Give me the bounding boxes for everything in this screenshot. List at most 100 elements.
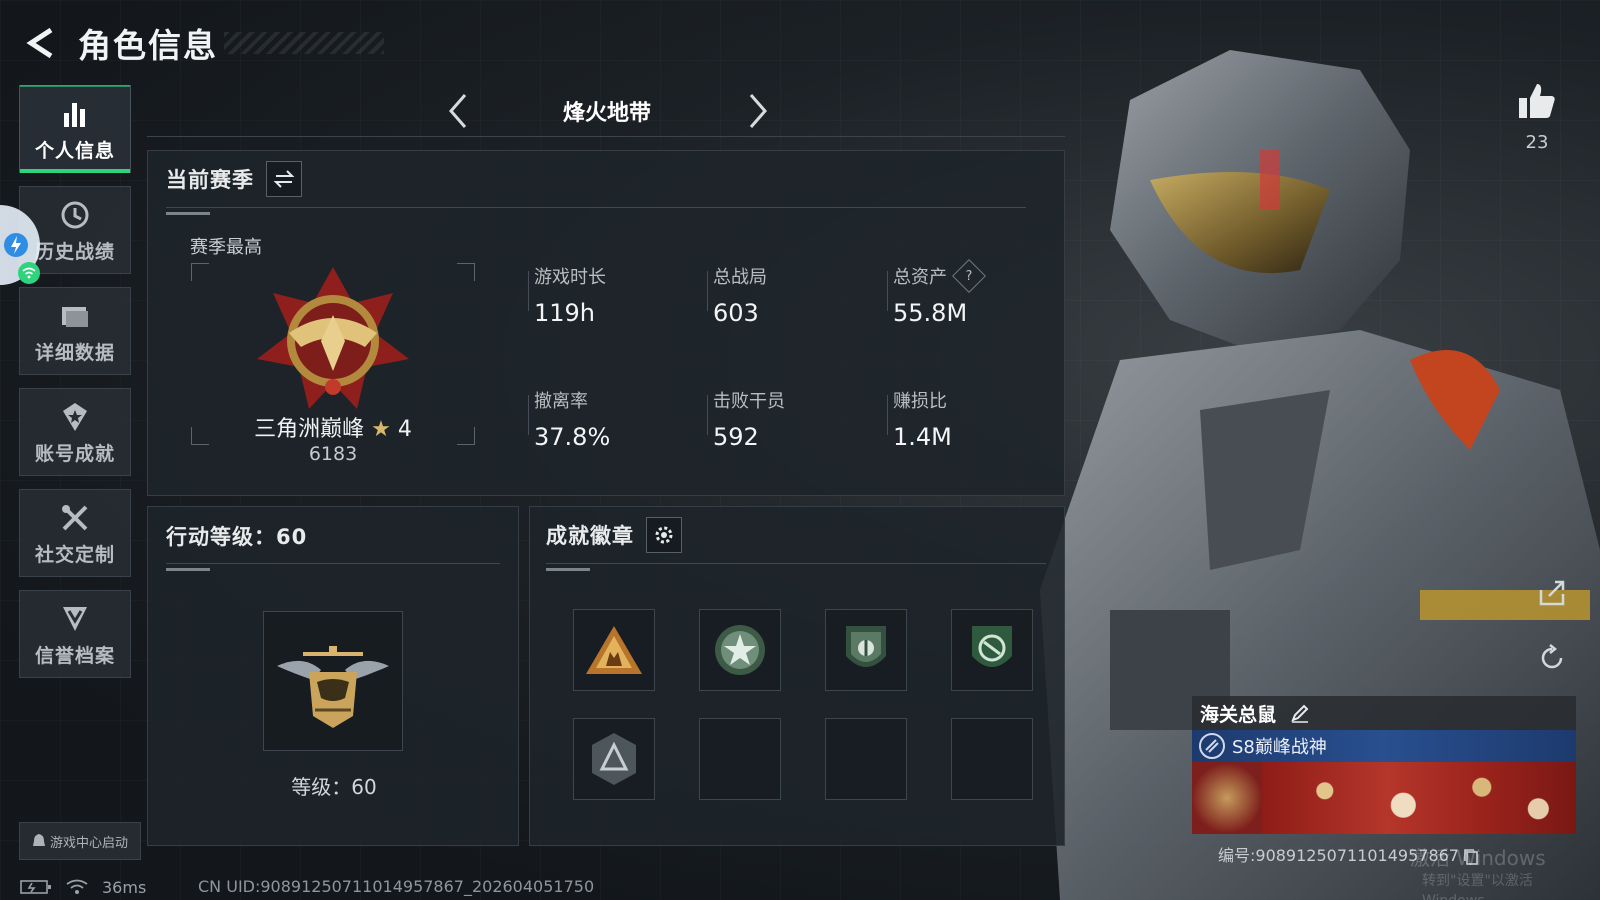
chevron-left-icon	[449, 94, 467, 128]
season-panel: 当前赛季 赛季最高 三角洲巅峰 ★ 4 6183 游戏时长 119h 总战局 6…	[147, 150, 1065, 496]
bell-icon	[32, 834, 45, 846]
star-icon: ★	[371, 417, 391, 442]
sidebar-item-label: 账号成就	[34, 442, 115, 465]
level-header: 行动等级：60	[166, 521, 307, 551]
sidebar-item-achievements[interactable]: 账号成就	[19, 388, 131, 476]
mode-prev-button[interactable]	[439, 91, 479, 131]
divider	[166, 207, 1026, 208]
battery-icon	[20, 880, 51, 894]
badge-slot-empty[interactable]	[825, 718, 907, 800]
badge-slot-empty[interactable]	[951, 718, 1033, 800]
stat-kills: 击败干员 592	[707, 387, 883, 451]
level-value: 等级：60	[291, 775, 377, 799]
stat-extraction-rate: 撤离率 37.8%	[528, 387, 704, 451]
rank-stars: 4	[397, 417, 412, 442]
clock-icon	[57, 197, 93, 233]
stat-play-time: 游戏时长 119h	[528, 263, 704, 327]
mode-next-button[interactable]	[737, 91, 777, 131]
stat-value: 1.4M	[893, 423, 952, 451]
chevron-right-icon	[749, 94, 767, 128]
achievement-badges-panel: 成就徽章	[529, 506, 1065, 846]
sidebar-item-label: 信誉档案	[34, 644, 115, 667]
badge-settings-button[interactable]	[646, 517, 682, 553]
uid-text: CN UID:90891250711014957867_202604051750	[198, 877, 595, 896]
player-name: 海关总鼠	[1200, 703, 1277, 726]
rotate-button[interactable]	[1537, 643, 1571, 677]
sidebar-item-details[interactable]: 详细数据	[19, 287, 131, 375]
title-decoration	[224, 32, 384, 54]
page-title: 角色信息	[78, 26, 218, 65]
level-emblem[interactable]	[263, 611, 403, 751]
share-icon	[1539, 580, 1565, 606]
player-name-card[interactable]: 海关总鼠 S8巅峰战神	[1192, 696, 1576, 838]
rank-points: 6183	[308, 443, 358, 465]
season-best-label: 赛季最高	[190, 237, 262, 258]
achievement-title: 成就徽章	[546, 524, 634, 548]
grey-triangle-badge-icon	[592, 733, 636, 785]
header: 角色信息	[20, 18, 384, 68]
operation-level-panel: 行动等级：60 等级：60	[147, 506, 519, 846]
stat-value: 55.8M	[893, 299, 968, 327]
divider	[166, 563, 500, 564]
helicopter-emblem-icon	[277, 646, 389, 728]
back-button[interactable]	[20, 21, 60, 65]
rank-emblem-icon	[257, 267, 409, 409]
badge-slot[interactable]	[951, 609, 1033, 691]
badge-slot[interactable]	[573, 718, 655, 800]
green-shield-badge-icon	[846, 626, 886, 667]
rank-name: 三角洲巅峰	[254, 417, 365, 442]
sidebar-item-social[interactable]: 社交定制	[19, 489, 131, 577]
green-cycle-shield-badge-icon	[972, 626, 1012, 667]
like-button[interactable]	[1512, 78, 1562, 124]
divider-accent	[546, 568, 590, 571]
stat-label: 总资产	[893, 267, 947, 288]
season-switch-button[interactable]	[266, 161, 302, 197]
swap-icon	[273, 170, 295, 188]
wifi-icon	[18, 262, 40, 284]
level-title: 行动等级：60	[166, 525, 308, 549]
stat-label: 击败干员	[713, 391, 785, 412]
star-badge-icon	[57, 399, 93, 435]
like-count: 23	[1525, 132, 1549, 153]
rank-name-row: 三角洲巅峰 ★ 4	[191, 411, 475, 443]
card-artwork	[1192, 762, 1576, 834]
stat-total-matches: 总战局 603	[707, 263, 883, 327]
divider	[546, 563, 1046, 564]
help-icon[interactable]: ?	[952, 259, 986, 293]
stat-label: 游戏时长	[534, 267, 606, 288]
badge-slot-empty[interactable]	[699, 718, 781, 800]
sidebar-item-label: 社交定制	[34, 543, 115, 566]
badge-slot[interactable]	[699, 609, 781, 691]
title-emblem-icon	[1199, 733, 1225, 759]
thumbs-up-icon	[1519, 84, 1555, 118]
shield-chevron-icon	[57, 601, 93, 637]
sidebar-item-label: 个人信息	[34, 139, 115, 162]
game-center-launch-button[interactable]: 游戏中心启动	[19, 822, 141, 860]
share-button[interactable]	[1537, 578, 1571, 612]
edit-pencil-icon[interactable]	[1290, 703, 1310, 723]
sidebar-item-reputation[interactable]: 信誉档案	[19, 590, 131, 678]
squad-triangle-badge-icon	[586, 626, 642, 674]
green-star-badge-icon	[715, 625, 765, 675]
card-art-right	[1262, 762, 1576, 834]
stat-label: 撤离率	[534, 391, 588, 412]
wifi-signal-icon	[66, 879, 88, 894]
rank-box: 三角洲巅峰 ★ 4 6183	[191, 263, 475, 465]
gear-icon	[655, 526, 673, 544]
stat-label: 总战局	[713, 267, 767, 288]
player-title: S8巅峰战神	[1232, 737, 1327, 758]
tools-icon	[57, 500, 93, 536]
stat-value: 119h	[534, 299, 596, 327]
stat-total-assets: 总资产 ? 55.8M	[887, 259, 1063, 327]
badge-slot[interactable]	[825, 609, 907, 691]
mode-selector: 烽火地带	[147, 85, 1065, 137]
divider-accent	[166, 568, 210, 571]
sidebar-item-profile[interactable]: 个人信息	[19, 85, 131, 173]
season-title: 当前赛季	[166, 168, 254, 192]
sidebar-item-label: 详细数据	[34, 341, 115, 364]
windows-activation-hint: 转到"设置"以激活 Windows。	[1422, 873, 1533, 900]
status-bar: 36ms	[20, 876, 146, 898]
season-header: 当前赛季	[166, 161, 302, 197]
badge-slot[interactable]	[573, 609, 655, 691]
ping-value: 36ms	[102, 877, 147, 897]
